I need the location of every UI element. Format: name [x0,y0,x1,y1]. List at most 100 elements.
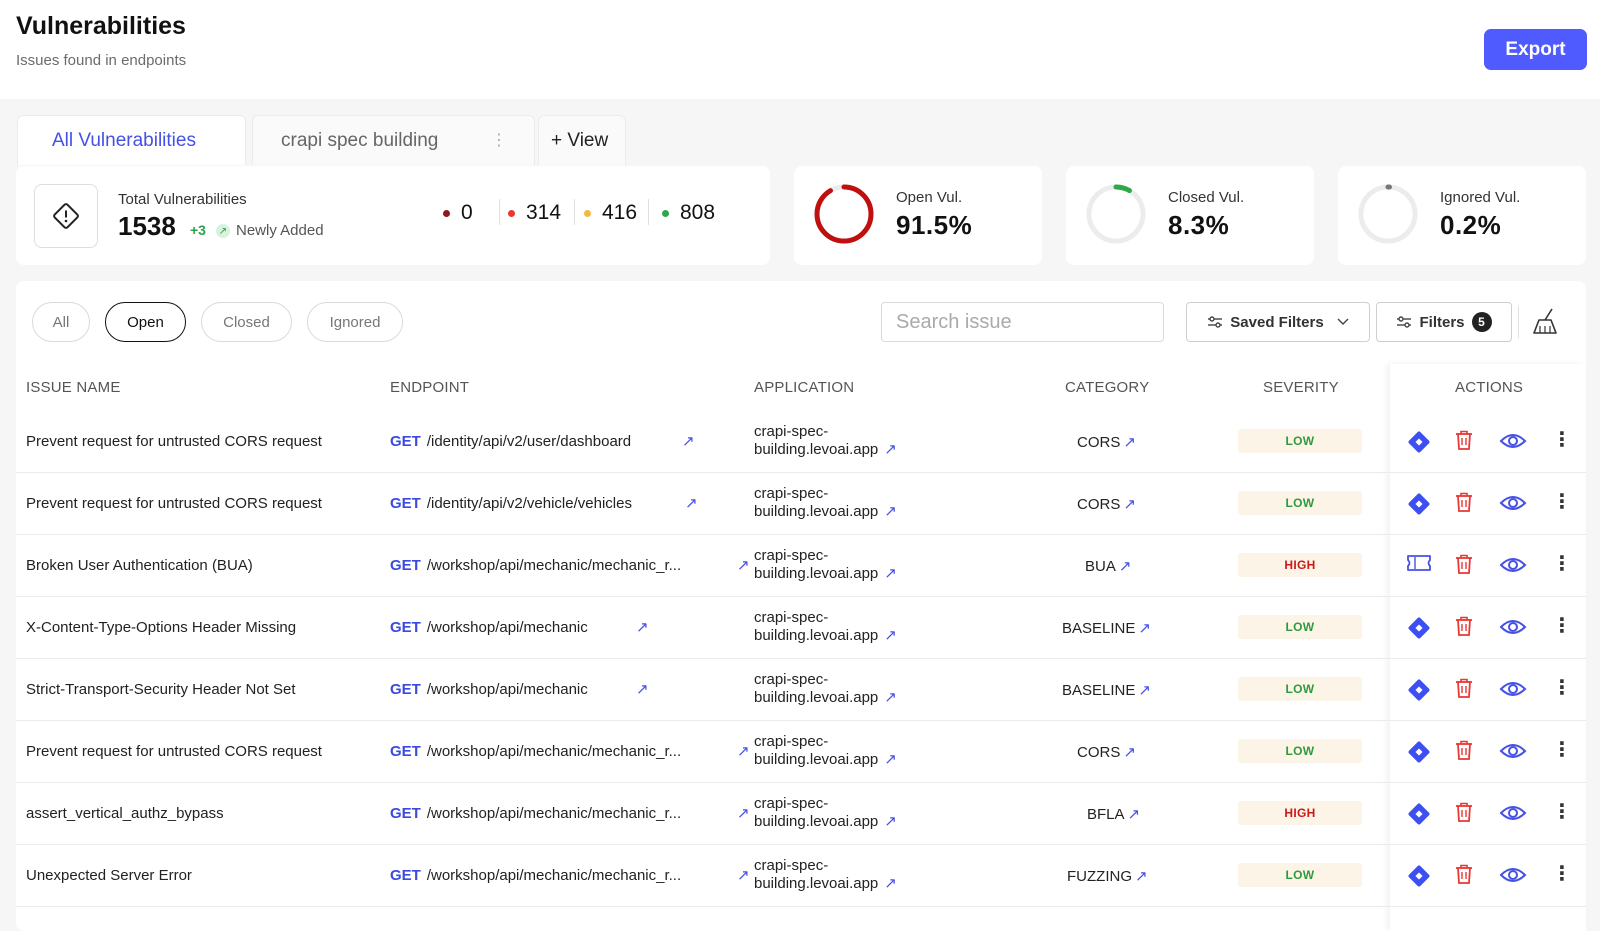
filters-button[interactable]: Filters 5 [1376,302,1512,342]
create-ticket-button[interactable] [1406,863,1432,894]
external-link-icon[interactable]: ↗ [884,751,897,768]
more-actions-icon[interactable]: ⋮ [1552,675,1572,700]
endpoint[interactable]: GET/workshop/api/mechanic/mechanic_r... [390,805,681,822]
table-row[interactable]: X-Content-Type-Options Header Missing GE… [16,597,1586,659]
table-row[interactable]: Strict-Transport-Security Header Not Set… [16,659,1586,721]
endpoint[interactable]: GET/workshop/api/mechanic/mechanic_r... [390,557,681,574]
column-header-endpoint[interactable]: ENDPOINT [390,379,469,396]
external-link-icon[interactable]: ↗ [682,432,695,450]
delete-button[interactable] [1454,739,1474,766]
category[interactable]: FUZZING ↗ [1067,867,1148,885]
table-row[interactable]: Prevent request for untrusted CORS reque… [16,411,1586,473]
view-button[interactable] [1499,803,1527,828]
delete-button[interactable] [1454,491,1474,518]
column-header-issue[interactable]: ISSUE NAME [26,379,121,396]
category[interactable]: BUA ↗ [1085,557,1131,575]
external-link-icon[interactable]: ↗ [884,875,897,892]
endpoint[interactable]: GET/workshop/api/mechanic [390,681,588,698]
external-link-icon[interactable]: ↗ [685,494,698,512]
category[interactable]: BASELINE ↗ [1062,619,1151,637]
external-link-icon[interactable]: ↗ [636,680,649,698]
filter-pill-ignored[interactable]: Ignored [307,302,403,342]
external-link-icon[interactable]: ↗ [884,689,897,706]
tab-more-icon[interactable]: ⋮ [491,130,507,150]
external-link-icon[interactable]: ↗ [737,866,750,884]
delete-button[interactable] [1454,553,1474,580]
more-actions-icon[interactable]: ⋮ [1552,861,1572,886]
filter-pill-open[interactable]: Open [105,302,186,342]
category[interactable]: BFLA ↗ [1087,805,1140,823]
create-ticket-button[interactable] [1406,615,1432,646]
delete-button[interactable] [1454,429,1474,456]
external-link-icon[interactable]: ↗ [737,804,750,822]
more-actions-icon[interactable]: ⋮ [1552,551,1572,576]
external-link-icon[interactable]: ↗ [1123,744,1136,761]
endpoint[interactable]: GET/identity/api/v2/user/dashboard [390,433,631,450]
external-link-icon[interactable]: ↗ [884,565,897,582]
application[interactable]: crapi-spec- building.levoai.app ↗ [754,857,897,893]
external-link-icon[interactable]: ↗ [737,556,750,574]
issue-name[interactable]: Prevent request for untrusted CORS reque… [26,495,322,512]
application[interactable]: crapi-spec- building.levoai.app ↗ [754,485,897,521]
export-button[interactable]: Export [1484,29,1587,70]
endpoint[interactable]: GET/identity/api/v2/vehicle/vehicles [390,495,632,512]
view-button[interactable] [1499,493,1527,518]
issue-name[interactable]: Prevent request for untrusted CORS reque… [26,433,322,450]
delete-button[interactable] [1454,801,1474,828]
create-ticket-button[interactable] [1406,429,1432,460]
create-ticket-button[interactable] [1406,739,1432,770]
table-row[interactable]: Unexpected Server Error GET/workshop/api… [16,845,1586,907]
create-ticket-button[interactable] [1406,801,1432,832]
add-view-tab[interactable]: + View [538,115,626,165]
delete-button[interactable] [1454,863,1474,890]
table-row[interactable]: assert_vertical_authz_bypass GET/worksho… [16,783,1586,845]
delete-button[interactable] [1454,677,1474,704]
issue-name[interactable]: Strict-Transport-Security Header Not Set [26,681,296,698]
filter-pill-all[interactable]: All [32,302,90,342]
column-header-severity[interactable]: SEVERITY [1263,379,1339,396]
external-link-icon[interactable]: ↗ [737,742,750,760]
external-link-icon[interactable]: ↗ [1123,434,1136,451]
endpoint[interactable]: GET/workshop/api/mechanic/mechanic_r... [390,867,681,884]
issue-name[interactable]: Prevent request for untrusted CORS reque… [26,743,322,760]
filter-pill-closed[interactable]: Closed [201,302,292,342]
view-button[interactable] [1499,617,1527,642]
column-header-category[interactable]: CATEGORY [1065,379,1149,396]
view-button[interactable] [1499,865,1527,890]
delete-button[interactable] [1454,615,1474,642]
more-actions-icon[interactable]: ⋮ [1552,799,1572,824]
external-link-icon[interactable]: ↗ [884,813,897,830]
view-button[interactable] [1499,555,1527,580]
category[interactable]: CORS ↗ [1077,495,1136,513]
application[interactable]: crapi-spec- building.levoai.app ↗ [754,547,897,583]
tab-crapi-spec-building[interactable]: crapi spec building ⋮ [252,115,535,165]
category[interactable]: CORS ↗ [1077,433,1136,451]
issue-name[interactable]: X-Content-Type-Options Header Missing [26,619,296,636]
issue-name[interactable]: Unexpected Server Error [26,867,192,884]
endpoint[interactable]: GET/workshop/api/mechanic/mechanic_r... [390,743,681,760]
external-link-icon[interactable]: ↗ [1138,620,1151,637]
more-actions-icon[interactable]: ⋮ [1552,489,1572,514]
external-link-icon[interactable]: ↗ [1128,806,1141,823]
external-link-icon[interactable]: ↗ [1123,496,1136,513]
table-row[interactable]: Prevent request for untrusted CORS reque… [16,721,1586,783]
create-ticket-button[interactable] [1406,491,1432,522]
external-link-icon[interactable]: ↗ [1135,868,1148,885]
tab-all-vulnerabilities[interactable]: All Vulnerabilities [17,115,246,165]
column-header-application[interactable]: APPLICATION [754,379,854,396]
table-row[interactable]: Broken User Authentication (BUA) GET/wor… [16,535,1586,597]
clear-filters-broom-icon[interactable] [1530,306,1560,336]
external-link-icon[interactable]: ↗ [636,618,649,636]
application[interactable]: crapi-spec- building.levoai.app ↗ [754,733,897,769]
application[interactable]: crapi-spec- building.levoai.app ↗ [754,609,897,645]
external-link-icon[interactable]: ↗ [1119,558,1132,575]
application[interactable]: crapi-spec- building.levoai.app ↗ [754,795,897,831]
external-link-icon[interactable]: ↗ [884,627,897,644]
more-actions-icon[interactable]: ⋮ [1552,613,1572,638]
more-actions-icon[interactable]: ⋮ [1552,427,1572,452]
external-link-icon[interactable]: ↗ [884,503,897,520]
application[interactable]: crapi-spec- building.levoai.app ↗ [754,423,897,459]
saved-filters-button[interactable]: Saved Filters [1186,302,1370,342]
create-ticket-button[interactable] [1406,677,1432,708]
more-actions-icon[interactable]: ⋮ [1552,737,1572,762]
